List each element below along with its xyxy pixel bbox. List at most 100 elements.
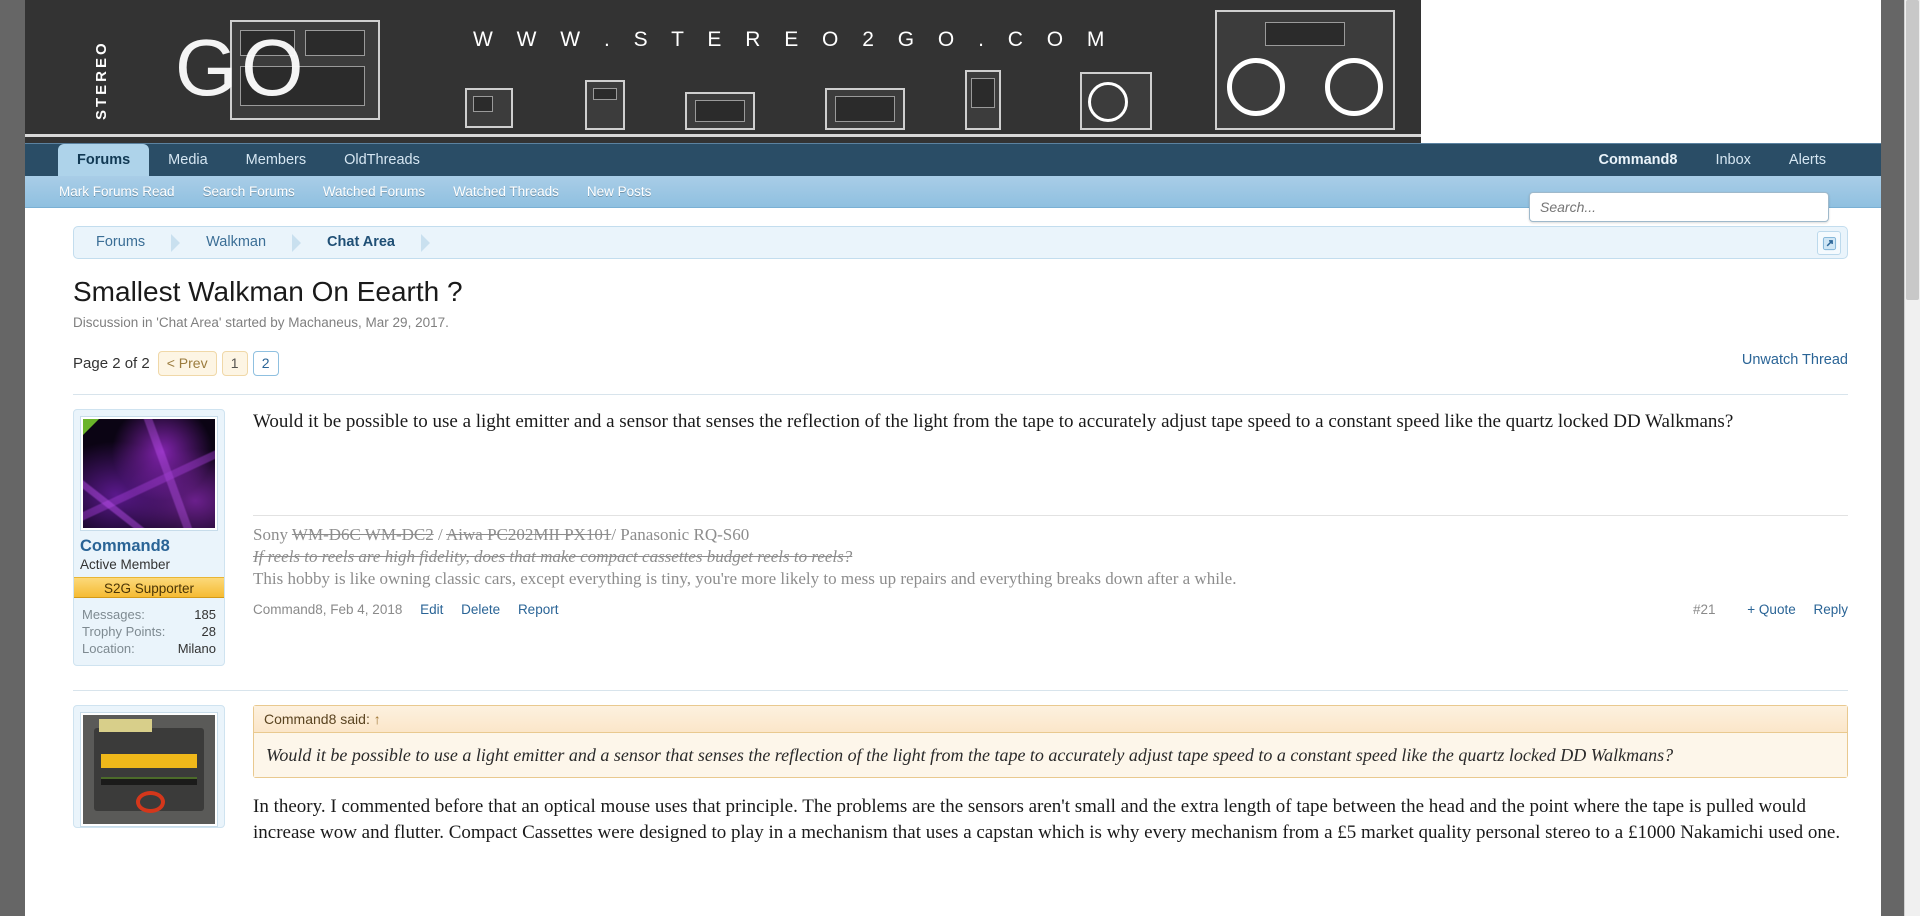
breadcrumb-separator-icon	[421, 234, 430, 252]
scrollbar-thumb[interactable]	[1906, 0, 1919, 300]
user-stat-location: Location: Milano	[80, 640, 218, 657]
post-byline-text: Command8, Feb 4, 2018	[253, 602, 402, 617]
open-in-new-window-icon[interactable]	[1817, 231, 1841, 255]
avatar[interactable]	[80, 416, 218, 531]
banner-logo: GO	[175, 28, 307, 108]
nav-new-posts[interactable]: New Posts	[573, 176, 666, 208]
signature-line-1: Sony WM-D6C WM-DC2 / Aiwa PC202MII PX101…	[253, 524, 1848, 546]
banner-stereo-text: STEREO	[93, 28, 110, 120]
banner-device-6-reel	[1088, 82, 1128, 122]
post-message-text: Would it be possible to use a light emit…	[253, 409, 1848, 435]
post-user-info: Command8 Active Member S2G Supporter Mes…	[73, 409, 225, 666]
quote-jump-up-icon[interactable]: ↑	[374, 711, 381, 727]
nav-alerts[interactable]: Alerts	[1770, 144, 1845, 177]
post: Command8 Active Member S2G Supporter Mes…	[73, 394, 1848, 666]
post-signature: Sony WM-D6C WM-DC2 / Aiwa PC202MII PX101…	[253, 515, 1848, 590]
search-box[interactable]	[1529, 192, 1829, 222]
breadcrumb-separator-icon	[292, 234, 301, 252]
breadcrumb: Forums Walkman Chat Area	[73, 226, 1848, 259]
signature-text: /	[434, 525, 446, 544]
stat-key: Location:	[82, 640, 135, 657]
post-user-info	[73, 705, 225, 828]
banner-divider	[25, 134, 1421, 137]
post: Command8 said: ↑ Would it be possible to…	[73, 690, 1848, 846]
tab-members[interactable]: Members	[227, 144, 325, 177]
stat-key: Messages:	[82, 606, 145, 623]
breadcrumb-item-chat-area[interactable]: Chat Area	[305, 226, 421, 259]
post-report-link[interactable]: Report	[518, 602, 559, 617]
avatar[interactable]	[80, 712, 218, 827]
banner-device-2-detail	[593, 88, 617, 100]
main-content: Forums Walkman Chat Area Smallest Walkma…	[25, 226, 1881, 916]
primary-navigation: Forums Media Members OldThreads Command8…	[25, 143, 1881, 176]
banner-device-5-detail	[971, 78, 995, 108]
tab-oldthreads[interactable]: OldThreads	[325, 144, 439, 177]
post-quote-button[interactable]: + Quote	[1747, 602, 1795, 617]
post-number[interactable]: #21	[1693, 602, 1716, 617]
app-root: STEREO GO W W W . S T E R E O 2 G O . C …	[0, 0, 1920, 916]
nav-inbox[interactable]: Inbox	[1696, 144, 1769, 177]
avatar-car-stereo	[83, 715, 215, 824]
post-body: Would it be possible to use a light emit…	[225, 409, 1848, 666]
user-stat-trophy-points: Trophy Points: 28	[80, 623, 218, 640]
tab-forums[interactable]: Forums	[58, 144, 149, 177]
search-input[interactable]	[1530, 193, 1828, 221]
quote-author: Command8 said:	[264, 711, 370, 727]
online-status-corner-icon	[83, 419, 99, 435]
page-frame: STEREO GO W W W . S T E R E O 2 G O . C …	[25, 0, 1881, 916]
pagination-prev-button[interactable]: < Prev	[158, 351, 217, 376]
post-delete-link[interactable]: Delete	[461, 602, 500, 617]
stat-value: 28	[202, 623, 216, 640]
signature-text: / Panasonic RQ-S60	[611, 525, 749, 544]
thread-subtitle: Discussion in 'Chat Area' started by Mac…	[73, 315, 1848, 330]
post-actions-right: #21 + Quote Reply	[1693, 602, 1848, 617]
signature-strikethrough-models-2: Aiwa PC202MII PX101	[446, 525, 611, 544]
post-author-link[interactable]: Command8	[80, 537, 218, 556]
pagination-row: Page 2 of 2 < Prev 1 2 Unwatch Thread	[73, 348, 1848, 378]
unwatch-thread-link[interactable]: Unwatch Thread	[1742, 352, 1848, 368]
primary-nav-user-area: Command8 Inbox Alerts	[1579, 144, 1881, 177]
nav-mark-forums-read[interactable]: Mark Forums Read	[45, 176, 189, 208]
stereo-top-display	[99, 719, 152, 732]
post-body: Command8 said: ↑ Would it be possible to…	[225, 705, 1848, 846]
signature-strikethrough-models: WM-D6C WM-DC2	[292, 525, 434, 544]
page-scrollbar[interactable]	[1904, 0, 1920, 916]
post-edit-link[interactable]: Edit	[420, 602, 443, 617]
page-title: Smallest Walkman On Eearth ?	[73, 275, 1848, 309]
pagination-page-1[interactable]: 1	[222, 351, 248, 376]
quote-block: Command8 said: ↑ Would it be possible to…	[253, 705, 1848, 778]
post-reply-button[interactable]: Reply	[1813, 602, 1848, 617]
banner-device-3-detail	[695, 100, 745, 122]
post-message-text: In theory. I commented before that an op…	[253, 794, 1848, 846]
open-in-new-window-glyph	[1822, 236, 1837, 251]
nav-watched-forums[interactable]: Watched Forums	[309, 176, 439, 208]
pagination-page-2[interactable]: 2	[253, 351, 279, 376]
breadcrumb-separator-icon	[171, 234, 180, 252]
secondary-navigation: Mark Forums Read Search Forums Watched F…	[25, 176, 1881, 208]
nav-username[interactable]: Command8	[1579, 144, 1696, 177]
banner-device-1-detail	[473, 96, 493, 112]
quote-header: Command8 said: ↑	[254, 706, 1847, 733]
post-footer: Command8, Feb 4, 2018 Edit Delete Report…	[253, 602, 1848, 626]
stat-key: Trophy Points:	[82, 623, 165, 640]
post-author-title: Active Member	[80, 557, 218, 572]
user-stat-messages: Messages: 185	[80, 606, 218, 623]
banner-boombox-right-speaker-left	[1227, 58, 1285, 116]
stat-value: 185	[194, 606, 216, 623]
breadcrumb-item-walkman[interactable]: Walkman	[184, 226, 292, 259]
banner-device-4-detail	[835, 96, 895, 122]
stereo-screen	[101, 754, 196, 768]
nav-search-forums[interactable]: Search Forums	[189, 176, 309, 208]
thread-header: Smallest Walkman On Eearth ? Discussion …	[73, 275, 1848, 330]
banner-boombox-right-panel	[1265, 22, 1345, 46]
post-byline: Command8, Feb 4, 2018 Edit Delete Report	[253, 602, 558, 617]
nav-watched-threads[interactable]: Watched Threads	[439, 176, 573, 208]
signature-line-2: If reels to reels are high fidelity, doe…	[253, 546, 1848, 568]
breadcrumb-item-forums[interactable]: Forums	[74, 226, 171, 259]
tab-media[interactable]: Media	[149, 144, 227, 177]
stereo-knob	[136, 791, 165, 813]
banner-boombox-left-deck	[305, 30, 365, 56]
banner-boombox-right-speaker-right	[1325, 58, 1383, 116]
signature-text: Sony	[253, 525, 292, 544]
banner-url: W W W . S T E R E O 2 G O . C O M	[473, 28, 1113, 52]
